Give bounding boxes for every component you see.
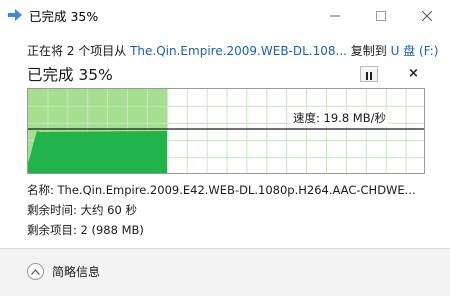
close-icon	[421, 6, 433, 25]
copy-status-line: 正在将 2 个项目从 The.Qin.Empire.2009.WEB-DL.10…	[27, 42, 438, 59]
items-remaining-row: 剩余项目: 2 (988 MB)	[27, 222, 144, 238]
speed-area	[28, 131, 167, 173]
copy-arrow-icon	[8, 9, 22, 21]
file-name-row: 名称: The.Qin.Empire.2009.E42.WEB-DL.1080p…	[27, 182, 416, 198]
transfer-speed-graph	[27, 88, 425, 174]
pause-button[interactable]	[360, 66, 378, 82]
pause-icon	[365, 65, 373, 84]
chevron-up-icon	[27, 263, 44, 280]
window-title: 已完成 35%	[29, 9, 99, 24]
time-remaining-label: 剩余时间:	[27, 203, 77, 217]
items-remaining-value: 2 (988 MB)	[80, 223, 144, 237]
items-remaining-label: 剩余项目:	[27, 223, 77, 237]
copy-middle: 复制到	[346, 44, 391, 58]
minimize-button[interactable]	[312, 0, 358, 30]
cancel-button[interactable]: ×	[408, 66, 419, 81]
time-remaining-value: 大约 60 秒	[80, 203, 137, 217]
speed-graph-canvas	[28, 89, 424, 173]
fewer-details-label: 简略信息	[52, 265, 101, 279]
progress-heading: 已完成 35%	[27, 66, 113, 84]
close-window-button[interactable]	[404, 0, 450, 30]
file-name-value: The.Qin.Empire.2009.E42.WEB-DL.1080p.H26…	[57, 183, 416, 197]
maximize-button[interactable]	[358, 0, 404, 30]
source-folder-link[interactable]: The.Qin.Empire.2009.WEB-DL.108...	[130, 44, 347, 58]
copy-prefix: 正在将 2 个项目从	[27, 44, 131, 58]
speed-label: 速度: 19.8 MB/秒	[291, 110, 388, 126]
maximize-icon	[376, 6, 386, 25]
minimize-icon	[330, 6, 340, 25]
destination-drive-link[interactable]: U 盘 (F:)	[391, 44, 439, 58]
title-bar: 已完成 35%	[0, 0, 450, 30]
file-name-label: 名称:	[27, 183, 54, 197]
fewer-details-toggle[interactable]: 简略信息	[27, 263, 100, 280]
time-remaining-row: 剩余时间: 大约 60 秒	[27, 202, 137, 218]
